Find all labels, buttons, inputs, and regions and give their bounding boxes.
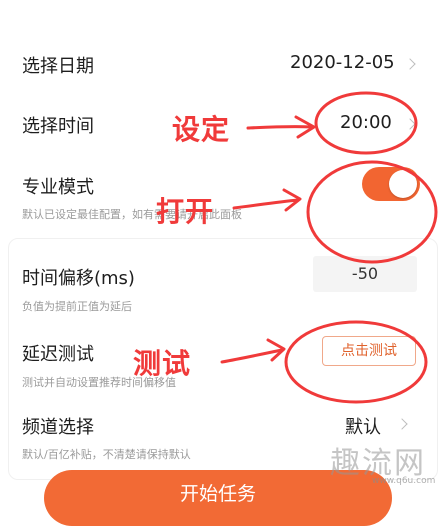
annotation-set: 设定 <box>172 113 231 146</box>
channel-label: 频道选择 <box>22 417 94 438</box>
annotation-open: 打开 <box>156 195 215 228</box>
channel-hint: 默认/百亿补贴，不清楚请保持默认 <box>22 448 191 461</box>
time-value: 20:00 <box>340 112 392 133</box>
offset-hint: 负值为提前正值为延后 <box>22 300 132 313</box>
date-label: 选择日期 <box>22 56 94 77</box>
pro-mode-toggle[interactable] <box>362 167 420 201</box>
time-label: 选择时间 <box>22 116 94 137</box>
offset-label: 时间偏移(ms) <box>22 268 135 289</box>
channel-value: 默认 <box>345 417 381 438</box>
date-row[interactable]: 选择日期 2020-12-05 <box>0 40 439 86</box>
watermark-url: www.q6u.com <box>372 476 436 486</box>
chevron-right-icon <box>396 418 408 430</box>
pro-mode-label: 专业模式 <box>22 177 94 198</box>
delay-test-label: 延迟测试 <box>22 344 94 365</box>
annotation-test: 测试 <box>133 347 192 380</box>
toggle-knob <box>389 170 417 198</box>
test-button[interactable]: 点击测试 <box>322 336 416 366</box>
chevron-right-icon <box>404 58 416 70</box>
chevron-right-icon <box>404 118 416 130</box>
offset-input[interactable]: -50 <box>313 256 417 292</box>
date-value: 2020-12-05 <box>290 52 395 73</box>
